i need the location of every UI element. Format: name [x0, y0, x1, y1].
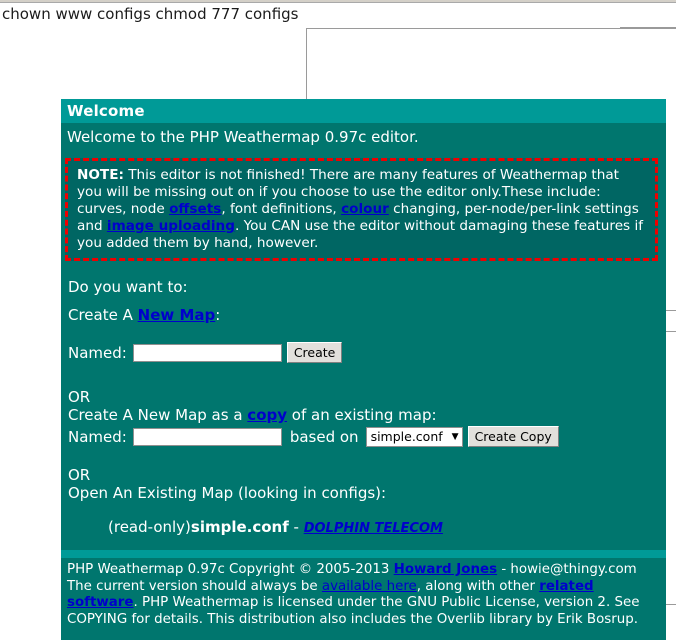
footer-separator-band: [61, 550, 666, 558]
new-map-named-label: Named:: [68, 343, 127, 362]
weathermap-editor-panel: Welcome Welcome to the PHP Weathermap 0.…: [61, 99, 666, 640]
or-separator-1: OR: [68, 388, 91, 406]
or-separator-2: OR: [68, 466, 91, 484]
screenshot-root: chown www configs chmod 777 configs Welc…: [0, 0, 676, 640]
based-on-label: based on: [289, 427, 359, 446]
create-copy-suffix: of an existing map:: [287, 406, 437, 424]
source-config-selected-value: simple.conf: [370, 428, 443, 444]
background-rule-right-3: [666, 604, 676, 605]
create-button[interactable]: Create: [286, 342, 343, 363]
readonly-tag: (read-only): [108, 518, 191, 536]
note-label: NOTE:: [77, 167, 124, 183]
note-text-2: , font definitions,: [221, 201, 342, 217]
background-white-box: [306, 28, 676, 99]
footer-copyright-text: PHP Weathermap 0.97c Copyright © 2005-20…: [67, 562, 394, 577]
copy-link[interactable]: copy: [247, 406, 287, 424]
panel-title: Welcome: [67, 102, 145, 120]
background-rule-top: [620, 27, 676, 28]
background-rule-right-1: [666, 310, 676, 311]
entry-separator: -: [288, 518, 304, 536]
note-link-image-uploading[interactable]: image uploading: [107, 218, 235, 234]
copy-named-label: Named:: [68, 427, 127, 446]
existing-map-title-link[interactable]: DOLPHIN TELECOM: [304, 521, 443, 536]
panel-intro-text: Welcome to the PHP Weathermap 0.97c edit…: [67, 128, 419, 146]
footer-author-link[interactable]: Howard Jones: [394, 562, 497, 577]
existing-map-list-item: (read-only)simple.conf - DOLPHIN TELECOM: [108, 518, 443, 536]
chevron-down-icon: ▼: [451, 431, 459, 442]
copy-map-name-input[interactable]: [132, 427, 282, 446]
create-copy-prefix: Create A New Map as a: [68, 406, 248, 424]
footer-available-here-link[interactable]: available here: [322, 579, 417, 594]
footer-license-text: . PHP Weathermap is licensed under the G…: [67, 595, 640, 627]
browser-top-rule: [0, 0, 676, 3]
background-rule-right-2: [666, 331, 676, 332]
shell-command-text: chown www configs chmod 777 configs: [2, 5, 299, 23]
footer-email-text: - howie@thingy.com: [497, 562, 637, 577]
existing-map-filename: simple.conf: [190, 518, 289, 536]
create-new-prefix: Create A: [68, 306, 138, 324]
panel-header: Welcome: [61, 99, 666, 123]
new-map-link[interactable]: New Map: [138, 306, 216, 324]
create-copy-button[interactable]: Create Copy: [467, 426, 559, 447]
open-existing-heading: Open An Existing Map (looking in configs…: [68, 484, 387, 502]
new-map-name-input[interactable]: [132, 343, 282, 362]
source-config-select[interactable]: simple.conf ▼: [365, 426, 463, 447]
footer-version-text: The current version should always be: [67, 578, 322, 594]
page-footer: PHP Weathermap 0.97c Copyright © 2005-20…: [61, 558, 666, 640]
prompt-text: Do you want to:: [68, 278, 188, 296]
create-copy-heading: Create A New Map as a copy of an existin…: [68, 405, 437, 425]
note-link-colour[interactable]: colour: [341, 201, 389, 217]
create-new-map-form: Named: Create: [68, 342, 343, 363]
create-new-map-heading: Create A New Map:: [68, 305, 220, 325]
create-new-suffix: :: [215, 306, 221, 324]
note-link-offsets[interactable]: offsets: [169, 201, 221, 217]
create-copy-form: Named: based on simple.conf ▼ Create Cop…: [68, 426, 559, 447]
note-warning-box: NOTE: This editor is not finished! There…: [65, 158, 658, 261]
footer-alongwith-text: , along with other: [416, 578, 540, 594]
